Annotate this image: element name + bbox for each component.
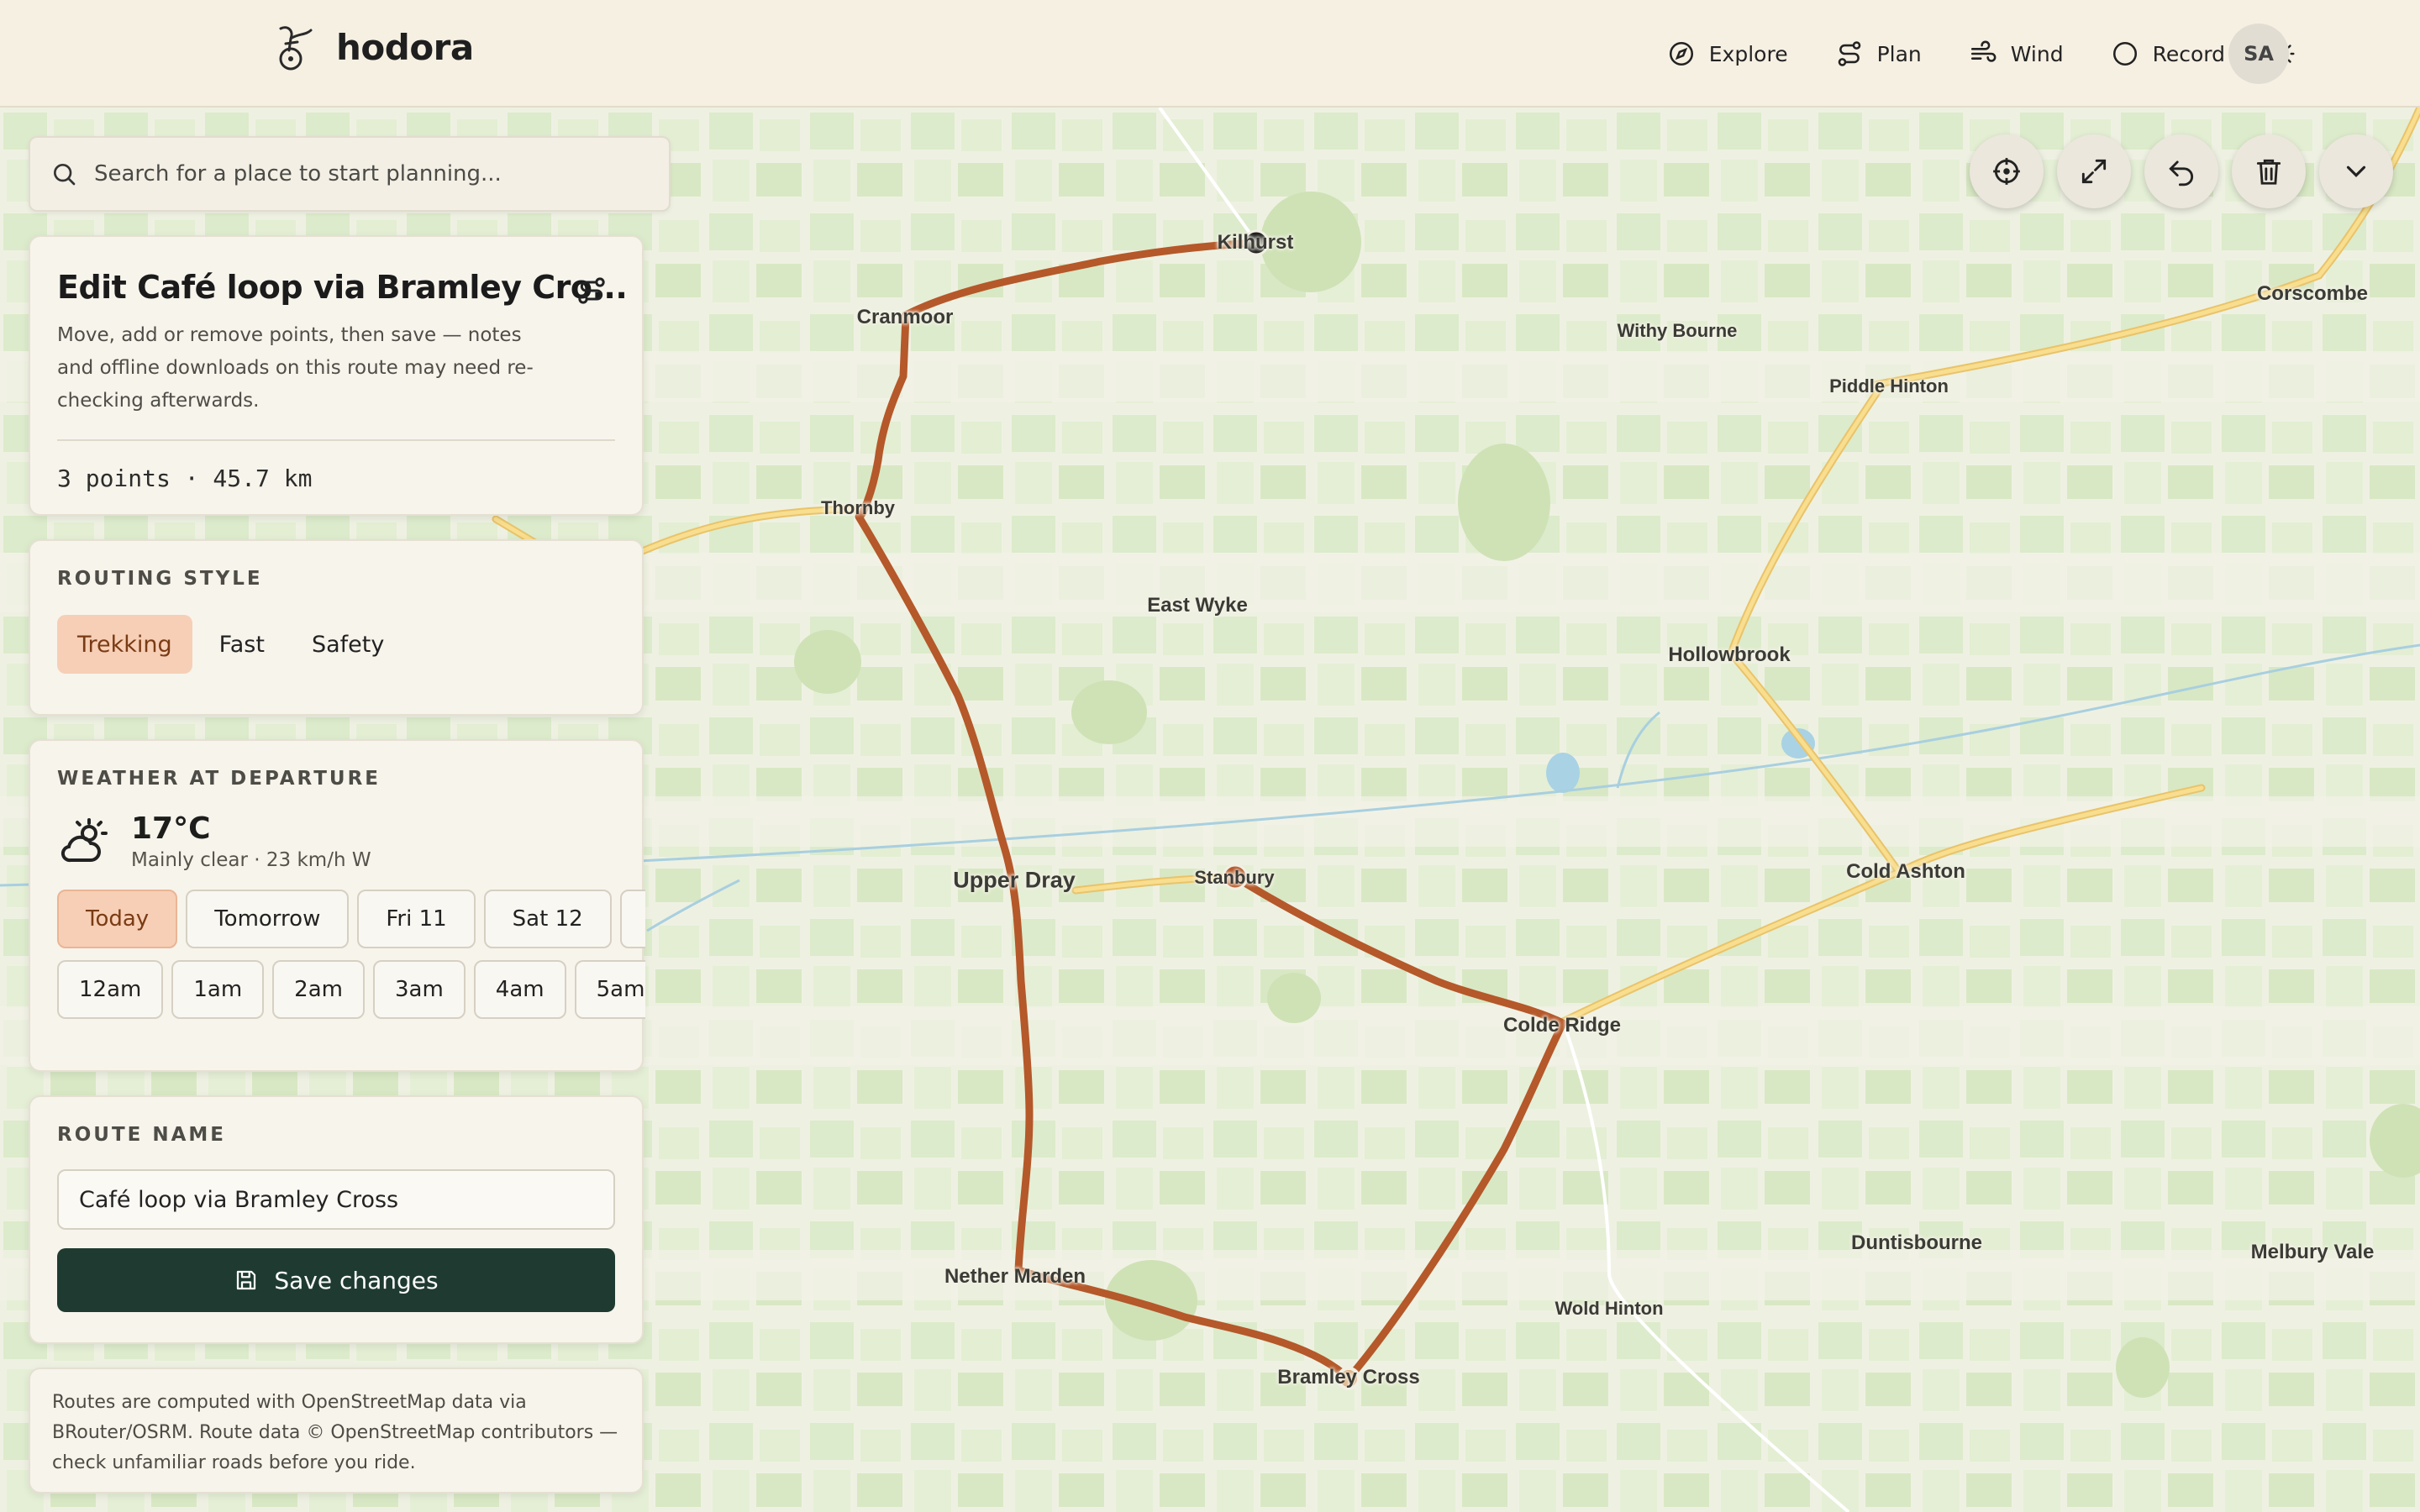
routing-trekking-button[interactable]: Trekking [57, 615, 192, 674]
routing-style-card: ROUTING STYLE Trekking Fast Safety [29, 539, 644, 716]
save-changes-label: Save changes [274, 1266, 439, 1294]
save-changes-button[interactable]: Save changes [57, 1248, 615, 1312]
save-icon [237, 1270, 256, 1290]
routing-style-label: ROUTING STYLE [57, 568, 263, 590]
place-label: Duntisbourne [1851, 1231, 1982, 1254]
place-label: Thornby [821, 497, 895, 518]
divider [57, 439, 615, 441]
locate-button[interactable] [1970, 134, 2044, 208]
undo-button[interactable] [2144, 134, 2218, 208]
hour-chip[interactable]: 3am [372, 960, 466, 1019]
search-icon [54, 164, 76, 186]
place-search [29, 136, 671, 212]
routing-fast-button[interactable]: Fast [199, 615, 285, 674]
place-label: Piddle Hinton [1829, 375, 1949, 396]
compass-icon [1669, 41, 1693, 66]
hour-chip[interactable]: 12am [57, 960, 164, 1019]
search-input[interactable] [92, 160, 649, 187]
attribution-text: Routes are computed with OpenStreetMap d… [52, 1392, 618, 1473]
nav-record[interactable]: Record [2089, 25, 2247, 82]
routing-safety-button[interactable]: Safety [292, 615, 404, 674]
edit-description: Move, add or remove points, then save — … [57, 324, 534, 412]
main-nav: Explore Plan Wind Record [1645, 25, 2311, 82]
delete-button[interactable] [2232, 134, 2306, 208]
route-name-input[interactable]: Café loop via Bramley Cross [57, 1169, 615, 1230]
map-toolbar [1970, 134, 2393, 208]
brand-name: hodora [336, 26, 474, 68]
undo-icon [2169, 160, 2194, 186]
nav-wind-label: Wind [2010, 41, 2064, 66]
nav-plan[interactable]: Plan [1813, 25, 1944, 82]
hodora-logo-icon [279, 26, 313, 71]
place-label: East Wyke [1147, 594, 1248, 617]
record-icon [2112, 41, 2137, 66]
day-chip[interactable]: Fri 11 [357, 890, 476, 948]
hour-chip[interactable]: 2am [272, 960, 365, 1019]
brand[interactable]: hodora [269, 20, 474, 74]
hour-chip[interactable]: 4am [473, 960, 566, 1019]
place-label: Hollowbrook [1668, 643, 1791, 666]
place-label: Melbury Vale [2250, 1241, 2375, 1263]
place-label: Wold Hinton [1555, 1298, 1664, 1319]
avatar[interactable]: SA [2228, 24, 2289, 84]
weather-summary-text: Mainly clear · 23 km/h W [131, 849, 371, 871]
nav-plan-label: Plan [1876, 41, 1922, 66]
route-name-label: ROUTE NAME [57, 1124, 226, 1146]
fit-route-button[interactable] [2057, 134, 2131, 208]
hour-chip[interactable]: 5am [574, 960, 645, 1019]
day-chip[interactable]: Sat 12 [483, 890, 612, 948]
fit-icon [2081, 159, 2107, 184]
day-selector: Today Tomorrow Fri 11 Sat 12 [57, 890, 645, 948]
place-label: Stanbury [1194, 867, 1275, 888]
place-label: Withy Bourne [1617, 320, 1738, 341]
more-button[interactable] [2319, 134, 2393, 208]
attribution-note: Routes are computed with OpenStreetMap d… [29, 1368, 644, 1494]
place-label: Colde Ridge [1502, 1014, 1622, 1037]
weather-card: WEATHER AT DEPARTURE 17°C Mainly clear ·… [29, 739, 645, 1072]
nav-explore[interactable]: Explore [1645, 25, 1810, 82]
weather-label: WEATHER AT DEPARTURE [57, 768, 381, 790]
place-label: Cranmoor [856, 306, 954, 328]
route-stats: 3 points · 45.7 km [57, 465, 313, 492]
route-name-card: ROUTE NAME Café loop via Bramley Cross S… [29, 1095, 644, 1344]
nav-record-label: Record [2152, 41, 2225, 66]
partly-cloudy-icon [60, 817, 108, 862]
chevron-down-icon [2346, 165, 2366, 177]
place-label: Nether Marden [944, 1265, 1086, 1288]
day-chip[interactable]: Tomorrow [186, 890, 350, 948]
locate-icon [1993, 158, 2020, 185]
top-bar: hodora Explore Plan Wind Record SA [0, 0, 2420, 108]
place-label: Upper Dray [953, 867, 1076, 893]
place-label: Cold Ashton [1846, 860, 1965, 883]
place-label: Bramley Cross [1277, 1366, 1420, 1389]
temperature: 17°C [131, 811, 211, 846]
routing-style-options: Trekking Fast Safety [57, 615, 615, 674]
nav-wind[interactable]: Wind [1947, 25, 2086, 82]
place-label: Corscombe [2256, 282, 2369, 305]
day-chip[interactable]: Today [57, 890, 178, 948]
day-chip[interactable] [619, 890, 645, 948]
place-label: Kilhurst [1217, 231, 1294, 254]
nav-explore-label: Explore [1708, 41, 1788, 66]
route-settings-icon[interactable] [575, 274, 608, 307]
wind-icon [1970, 40, 1996, 62]
edit-route-card: Edit Café loop via Bramley Cro... Move, … [29, 235, 644, 516]
delete-icon [2256, 159, 2281, 185]
route-icon [1838, 41, 1860, 66]
edit-title: Edit Café loop via Bramley Cro... [57, 269, 628, 306]
hour-chip[interactable]: 1am [171, 960, 265, 1019]
hour-selector: 12am 1am 2am 3am 4am 5am [57, 960, 645, 1019]
weather-summary: 17°C Mainly clear · 23 km/h W [57, 811, 642, 871]
